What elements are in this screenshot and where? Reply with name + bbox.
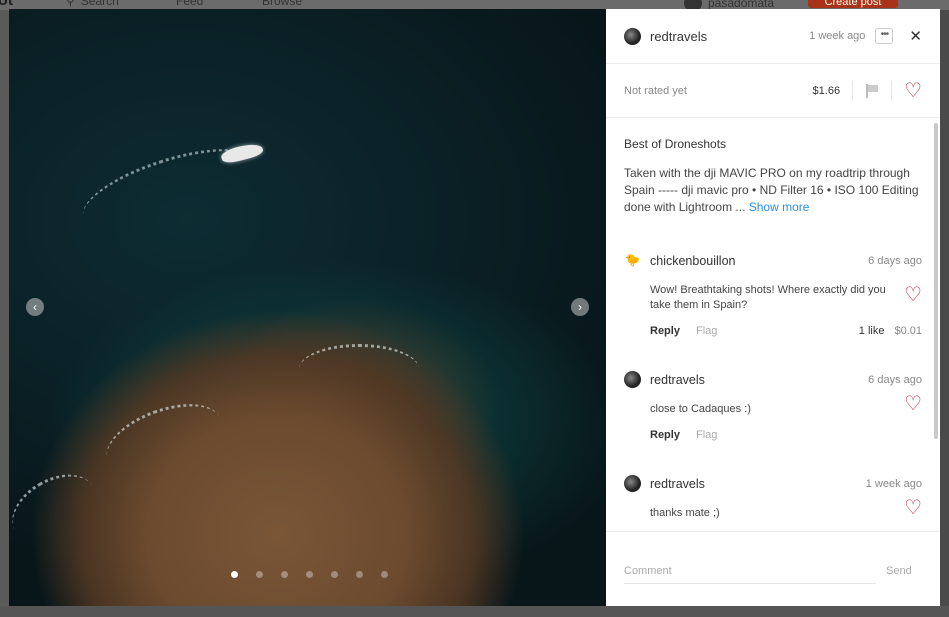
flag-button[interactable]: Flag <box>696 429 717 441</box>
comment-text: Wow! Breathtaking shots! Where exactly d… <box>650 284 886 311</box>
carousel-dot[interactable] <box>281 571 288 578</box>
post-price: $1.66 <box>812 84 841 97</box>
carousel-dot[interactable] <box>381 571 388 578</box>
carousel-dot[interactable] <box>331 571 338 578</box>
post-time: 1 week ago <box>809 30 866 42</box>
wave-foam <box>97 390 231 488</box>
heart-icon[interactable]: ♡ <box>904 81 922 101</box>
author-avatar[interactable] <box>624 475 641 492</box>
background-content <box>940 10 949 617</box>
heart-icon[interactable]: ♡ <box>904 495 922 520</box>
scrollbar[interactable] <box>934 123 938 439</box>
create-post-button[interactable]: Create post <box>808 0 898 8</box>
show-more-link[interactable]: Show more <box>749 200 810 214</box>
divider <box>891 80 893 101</box>
post-description: Taken with the dji MAVIC PRO on my roadt… <box>624 165 922 216</box>
chevron-right-icon: › <box>578 300 582 314</box>
heart-icon[interactable]: ♡ <box>904 282 922 307</box>
comment-text: thanks mate ;) <box>650 507 720 519</box>
comment-input[interactable] <box>624 561 876 584</box>
author-avatar[interactable] <box>624 371 641 388</box>
rating-bar: Not rated yet $1.66 ♡ <box>606 64 940 118</box>
post-title: Best of Droneshots <box>624 137 727 151</box>
close-button[interactable]: ✕ <box>909 27 922 45</box>
more-options-button[interactable]: ••• <box>875 28 894 44</box>
comment-composer: Send <box>606 531 940 606</box>
post-author[interactable]: redtravels <box>650 29 707 44</box>
comment-item: redtravels 6 days ago ♡ close to Cadaque… <box>624 371 922 441</box>
wave-foam <box>299 344 419 394</box>
carousel-dot[interactable] <box>356 571 363 578</box>
post-header: redtravels 1 week ago ••• ✕ <box>606 9 940 64</box>
flag-icon[interactable] <box>865 83 879 98</box>
nav-feed[interactable]: Feed <box>176 0 203 8</box>
reply-button[interactable]: Reply <box>650 429 680 441</box>
author-avatar[interactable] <box>624 27 641 45</box>
carousel-dots <box>231 571 388 578</box>
close-icon: ✕ <box>909 28 922 45</box>
flag-button[interactable]: Flag <box>696 325 717 337</box>
comment-item: redtravels 1 week ago ♡ thanks mate ;) <box>624 475 922 521</box>
comment-time: 6 days ago <box>868 373 922 386</box>
prev-photo-button[interactable]: ‹ <box>26 298 44 316</box>
background-search[interactable]: ⚲ Search <box>66 0 119 8</box>
nav-browse[interactable]: Browse <box>262 0 302 8</box>
post-photo: ‹ › <box>9 9 606 606</box>
comment-value: $0.01 <box>894 325 922 337</box>
reply-button[interactable]: Reply <box>650 325 680 337</box>
comment-item: 🐤 chickenbouillon 6 days ago ♡ Wow! Brea… <box>624 252 922 337</box>
divider <box>852 80 854 101</box>
background-footer <box>0 606 949 617</box>
comment-author[interactable]: redtravels <box>650 477 705 491</box>
heart-icon[interactable]: ♡ <box>904 391 922 416</box>
wave-foam <box>9 460 108 558</box>
comment-text: close to Cadaques :) <box>650 403 751 415</box>
rating-status: Not rated yet <box>624 84 687 97</box>
search-placeholder: Search <box>80 0 119 8</box>
post-modal: ‹ › redtravels 1 week ago ••• ✕ Not rate… <box>9 9 940 606</box>
carousel-dot[interactable] <box>256 571 263 578</box>
more-icon: ••• <box>880 29 889 40</box>
chevron-left-icon: ‹ <box>33 300 37 314</box>
post-body[interactable]: Best of Droneshots Taken with the dji MA… <box>606 119 940 531</box>
carousel-dot[interactable] <box>306 571 313 578</box>
bird-avatar-icon[interactable]: 🐤 <box>624 252 641 269</box>
search-icon: ⚲ <box>66 0 75 8</box>
next-photo-button[interactable]: › <box>571 298 589 316</box>
comment-time: 1 week ago <box>865 477 922 490</box>
send-button[interactable]: Send <box>886 565 912 577</box>
comment-author[interactable]: chickenbouillon <box>650 254 735 268</box>
carousel-dot[interactable] <box>231 571 238 578</box>
comment-author[interactable]: redtravels <box>650 373 705 387</box>
post-details-panel: redtravels 1 week ago ••• ✕ Not rated ye… <box>606 9 940 606</box>
comment-time: 6 days ago <box>868 254 922 267</box>
like-count: 1 like <box>858 325 885 337</box>
